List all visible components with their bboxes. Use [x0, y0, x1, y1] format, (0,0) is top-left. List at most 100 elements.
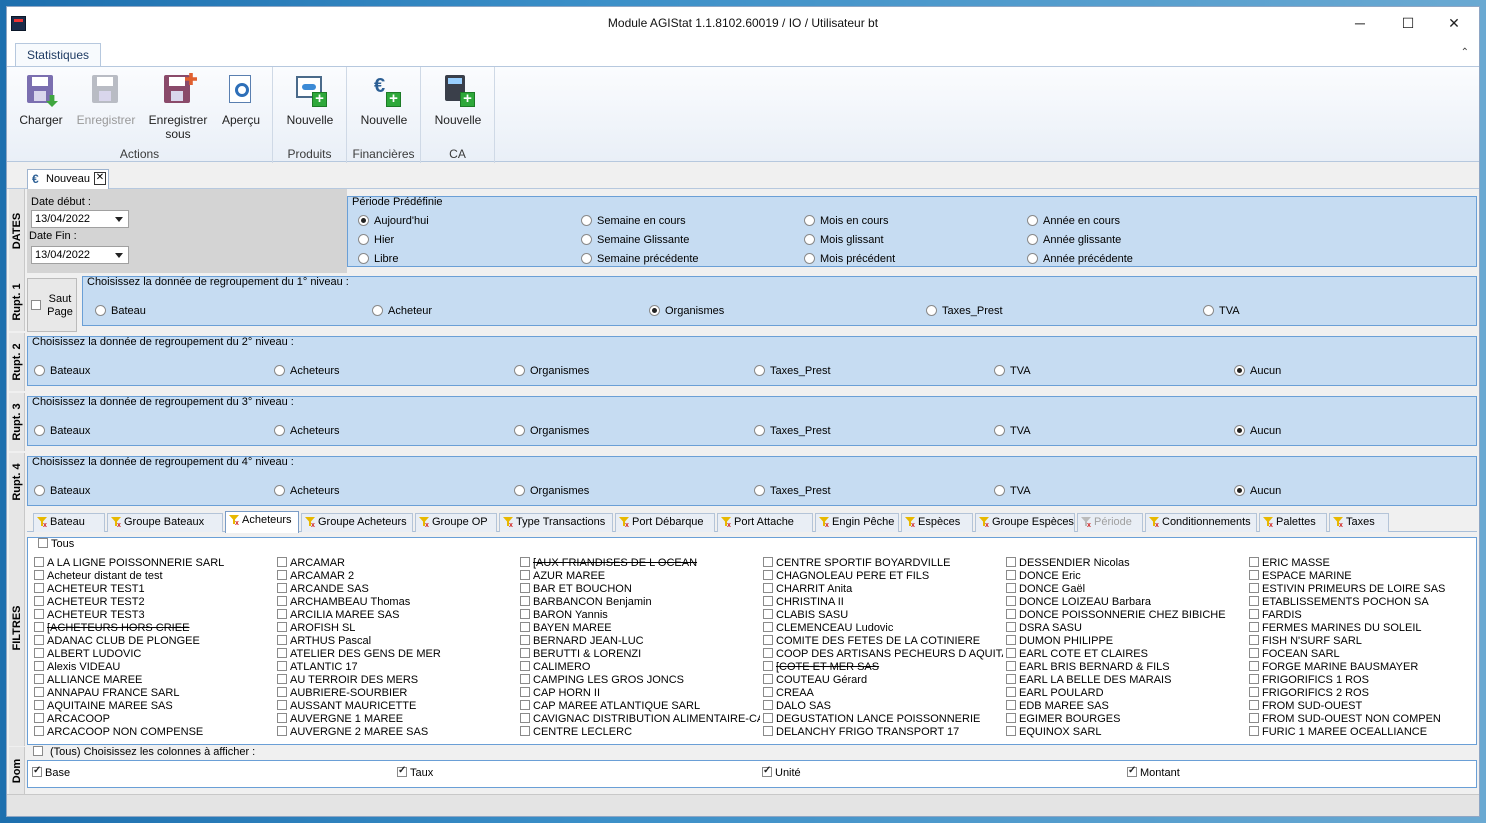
- column-option-montant[interactable]: Montant: [1127, 765, 1180, 779]
- tab-filter-port-attache[interactable]: x Port Attache: [717, 513, 813, 532]
- radio-rupt4-aucun[interactable]: Aucun: [1234, 485, 1281, 497]
- item-checkbox[interactable]: [277, 596, 287, 606]
- item-checkbox[interactable]: [34, 557, 44, 567]
- list-item[interactable]: AUSSANT MAURICETTE: [277, 700, 517, 713]
- item-checkbox[interactable]: [1249, 700, 1259, 710]
- list-item[interactable]: BARBANCON Benjamin: [520, 596, 760, 609]
- item-checkbox[interactable]: [1249, 570, 1259, 580]
- list-item[interactable]: FURIC 1 MAREE OCEALLIANCE: [1249, 726, 1486, 739]
- list-item[interactable]: CAP HORN II: [520, 687, 760, 700]
- item-checkbox[interactable]: [763, 596, 773, 606]
- list-item[interactable]: ESPACE MARINE: [1249, 570, 1486, 583]
- item-checkbox[interactable]: [763, 687, 773, 697]
- apercu-button[interactable]: Aperçu: [208, 73, 274, 127]
- radio-periode-annee-en-cours[interactable]: Année en cours: [1027, 215, 1120, 227]
- list-item[interactable]: AU TERROIR DES MERS: [277, 674, 517, 687]
- close-button[interactable]: ✕: [1431, 11, 1477, 35]
- list-item[interactable]: FROM SUD-OUEST: [1249, 700, 1486, 713]
- list-item[interactable]: ACHETEUR TEST1: [34, 583, 274, 596]
- list-item[interactable]: ARCANDE SAS: [277, 583, 517, 596]
- list-item[interactable]: A LA LIGNE POISSONNERIE SARL: [34, 557, 274, 570]
- radio-periode-semaine-glissante[interactable]: Semaine Glissante: [581, 234, 689, 246]
- tab-filter-type-transactions[interactable]: x Type Transactions: [499, 513, 613, 532]
- radio-periode-mois-precedent[interactable]: Mois précédent: [804, 253, 895, 265]
- list-item[interactable]: ATLANTIC 17: [277, 661, 517, 674]
- tab-filter-groupe-bateaux[interactable]: x Groupe Bateaux: [107, 513, 223, 532]
- item-checkbox[interactable]: [1006, 557, 1016, 567]
- item-checkbox[interactable]: [763, 713, 773, 723]
- item-checkbox[interactable]: [520, 583, 530, 593]
- item-checkbox[interactable]: [520, 674, 530, 684]
- item-checkbox[interactable]: [277, 635, 287, 645]
- list-item[interactable]: FORGE MARINE BAUSMAYER: [1249, 661, 1486, 674]
- item-checkbox[interactable]: [520, 570, 530, 580]
- list-item[interactable]: ERIC MASSE: [1249, 557, 1486, 570]
- list-item[interactable]: FERMES MARINES DU SOLEIL: [1249, 622, 1486, 635]
- item-checkbox[interactable]: [763, 700, 773, 710]
- tab-filter-taxes[interactable]: x Taxes: [1329, 513, 1389, 532]
- item-checkbox[interactable]: [1249, 557, 1259, 567]
- item-checkbox[interactable]: [34, 583, 44, 593]
- column-checkbox[interactable]: [397, 765, 407, 777]
- list-item[interactable]: CALIMERO: [520, 661, 760, 674]
- list-item[interactable]: AUVERGNE 2 MAREE SAS: [277, 726, 517, 739]
- item-checkbox[interactable]: [763, 726, 773, 736]
- item-checkbox[interactable]: [1006, 583, 1016, 593]
- item-checkbox[interactable]: [1006, 609, 1016, 619]
- list-item[interactable]: CHARRIT Anita: [763, 583, 1003, 596]
- item-checkbox[interactable]: [277, 726, 287, 736]
- radio-periode-annee-glissante[interactable]: Année glissante: [1027, 234, 1121, 246]
- column-checkbox[interactable]: [762, 765, 772, 777]
- item-checkbox[interactable]: [1006, 596, 1016, 606]
- list-item[interactable]: ARCACOOP NON COMPENSE: [34, 726, 274, 739]
- item-checkbox[interactable]: [34, 713, 44, 723]
- list-item[interactable]: ALBERT LUDOVIC: [34, 648, 274, 661]
- enregistrer-sous-button[interactable]: Enregistrer sous: [145, 73, 211, 141]
- list-item[interactable]: EARL POULARD: [1006, 687, 1246, 700]
- radio-rupt2-aucun[interactable]: Aucun: [1234, 365, 1281, 377]
- radio-rupt3-aucun[interactable]: Aucun: [1234, 425, 1281, 437]
- list-item[interactable]: CAVIGNAC DISTRIBUTION ALIMENTAIRE-CADIA: [520, 713, 760, 726]
- list-item[interactable]: FRIGORIFICS 2 ROS: [1249, 687, 1486, 700]
- nouvelle-financieres-button[interactable]: € Nouvelle: [351, 73, 417, 127]
- radio-rupt2-acheteurs[interactable]: Acheteurs: [274, 365, 340, 377]
- item-checkbox[interactable]: [1249, 687, 1259, 697]
- list-item[interactable]: CHRISTINA II: [763, 596, 1003, 609]
- tous-checkbox[interactable]: Tous: [38, 538, 74, 550]
- item-checkbox[interactable]: [1249, 596, 1259, 606]
- item-checkbox[interactable]: [277, 570, 287, 580]
- item-checkbox[interactable]: [520, 596, 530, 606]
- charger-button[interactable]: Charger: [8, 73, 74, 127]
- minimize-button[interactable]: ─: [1337, 11, 1383, 35]
- item-checkbox[interactable]: [763, 609, 773, 619]
- item-checkbox[interactable]: [763, 648, 773, 658]
- tab-filter-groupe-acheteurs[interactable]: x Groupe Acheteurs: [301, 513, 413, 532]
- list-item[interactable]: DESSENDIER Nicolas: [1006, 557, 1246, 570]
- list-item[interactable]: [ACHETEURS HORS CRIEE: [34, 622, 274, 635]
- item-checkbox[interactable]: [763, 661, 773, 671]
- item-checkbox[interactable]: [277, 622, 287, 632]
- radio-rupt1-taxes-prest[interactable]: Taxes_Prest: [926, 305, 1003, 317]
- list-item[interactable]: DSRA SASU: [1006, 622, 1246, 635]
- item-checkbox[interactable]: [1006, 713, 1016, 723]
- item-checkbox[interactable]: [520, 713, 530, 723]
- item-checkbox[interactable]: [277, 609, 287, 619]
- tab-filter-bateau[interactable]: x Bateau: [33, 513, 105, 532]
- item-checkbox[interactable]: [520, 557, 530, 567]
- enregistrer-button[interactable]: Enregistrer: [73, 73, 139, 127]
- item-checkbox[interactable]: [520, 700, 530, 710]
- list-item[interactable]: EARL LA BELLE DES MARAIS: [1006, 674, 1246, 687]
- list-item[interactable]: DONCE Eric: [1006, 570, 1246, 583]
- radio-periode-mois-en-cours[interactable]: Mois en cours: [804, 215, 888, 227]
- list-item[interactable]: AROFISH SL: [277, 622, 517, 635]
- list-item[interactable]: DONCE LOIZEAU Barbara: [1006, 596, 1246, 609]
- column-option-unite[interactable]: Unité: [762, 765, 801, 779]
- item-checkbox[interactable]: [1006, 661, 1016, 671]
- item-checkbox[interactable]: [1249, 609, 1259, 619]
- list-item[interactable]: ARCACOOP: [34, 713, 274, 726]
- list-item[interactable]: ARTHUS Pascal: [277, 635, 517, 648]
- item-checkbox[interactable]: [1006, 648, 1016, 658]
- list-item[interactable]: FRIGORIFICS 1 ROS: [1249, 674, 1486, 687]
- item-checkbox[interactable]: [763, 557, 773, 567]
- item-checkbox[interactable]: [34, 596, 44, 606]
